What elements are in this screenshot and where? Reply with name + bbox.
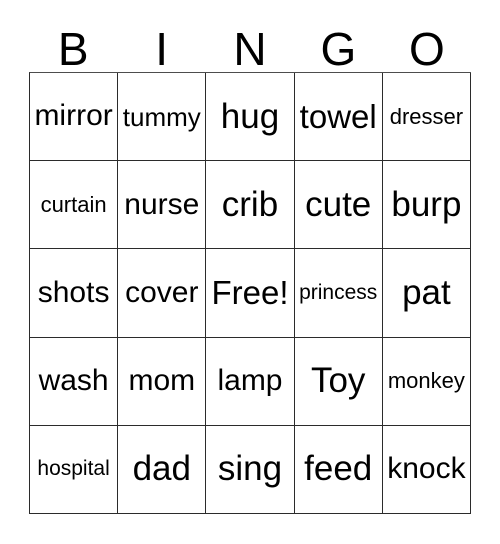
bingo-cell[interactable]: princess xyxy=(294,249,383,338)
bingo-cell[interactable]: crib xyxy=(206,161,295,250)
bingo-cell-label: wash xyxy=(38,364,109,397)
bingo-cell-label: dresser xyxy=(389,103,464,129)
bingo-cell-label: cute xyxy=(305,184,372,224)
bingo-cell-label: Free! xyxy=(211,274,289,312)
bingo-cell-label: monkey xyxy=(387,368,465,394)
bingo-cell[interactable]: pat xyxy=(382,249,471,338)
bingo-cell[interactable]: Toy xyxy=(294,337,383,426)
bingo-cell[interactable]: wash xyxy=(30,337,119,426)
bingo-cell[interactable]: curtain xyxy=(30,161,119,250)
bingo-cell[interactable]: feed xyxy=(294,425,383,514)
bingo-cell-label: Toy xyxy=(310,361,366,401)
bingo-cell-label: feed xyxy=(304,449,373,489)
bingo-cell[interactable]: monkey xyxy=(382,337,471,426)
bingo-cell[interactable]: hug xyxy=(206,73,295,162)
bingo-cell-label: pat xyxy=(402,273,451,313)
bingo-cell[interactable]: hospital xyxy=(30,425,119,514)
bingo-header-row: B I N G O xyxy=(29,18,471,72)
bingo-cell-label: hug xyxy=(220,96,280,136)
bingo-cell[interactable]: cute xyxy=(294,161,383,250)
bingo-cell-label: dad xyxy=(132,449,191,489)
bingo-cell[interactable]: tummy xyxy=(118,73,207,162)
bingo-cell[interactable]: burp xyxy=(382,161,471,250)
bingo-cell-label: tummy xyxy=(122,101,201,132)
bingo-cell[interactable]: mom xyxy=(118,337,207,426)
bingo-cell-label: mom xyxy=(128,364,196,397)
bingo-cell[interactable]: shots xyxy=(30,249,119,338)
bingo-cell-label: knock xyxy=(387,452,466,486)
bingo-cell[interactable]: cover xyxy=(118,249,207,338)
bingo-cell[interactable]: lamp xyxy=(206,337,295,426)
bingo-cell-label: towel xyxy=(299,97,377,135)
bingo-cell-label: cover xyxy=(125,275,199,309)
header-letter-i: I xyxy=(155,23,168,75)
bingo-cell-label: crib xyxy=(221,184,279,224)
bingo-card: B I N G O mirror tummy hug towel dresser curt… xyxy=(0,0,500,544)
bingo-cell-label: shots xyxy=(37,275,110,309)
bingo-cell[interactable]: knock xyxy=(382,425,471,514)
header-letter-o: O xyxy=(408,23,445,75)
bingo-cell-label: sing xyxy=(217,449,283,489)
bingo-cell[interactable]: Free! xyxy=(206,249,295,338)
bingo-cell[interactable]: mirror xyxy=(30,73,119,162)
bingo-cell-label: nurse xyxy=(124,187,200,221)
bingo-cell-label: lamp xyxy=(217,364,283,397)
bingo-cell-label: burp xyxy=(391,184,462,224)
header-letter-g: G xyxy=(320,23,357,75)
bingo-cell[interactable]: sing xyxy=(206,425,295,514)
bingo-cell[interactable]: towel xyxy=(294,73,383,162)
header-letter-n: N xyxy=(233,23,267,75)
bingo-cell-label: curtain xyxy=(40,191,107,217)
bingo-cell[interactable]: nurse xyxy=(118,161,207,250)
bingo-cell[interactable]: dresser xyxy=(382,73,471,162)
header-letter-b: B xyxy=(57,23,89,75)
bingo-grid: mirror tummy hug towel dresser curtain nurse cr… xyxy=(29,72,471,514)
bingo-cell-label: princess xyxy=(299,280,378,304)
bingo-cell[interactable]: dad xyxy=(118,425,207,514)
bingo-cell-label: mirror xyxy=(34,99,113,133)
bingo-cell-label: hospital xyxy=(37,457,110,481)
